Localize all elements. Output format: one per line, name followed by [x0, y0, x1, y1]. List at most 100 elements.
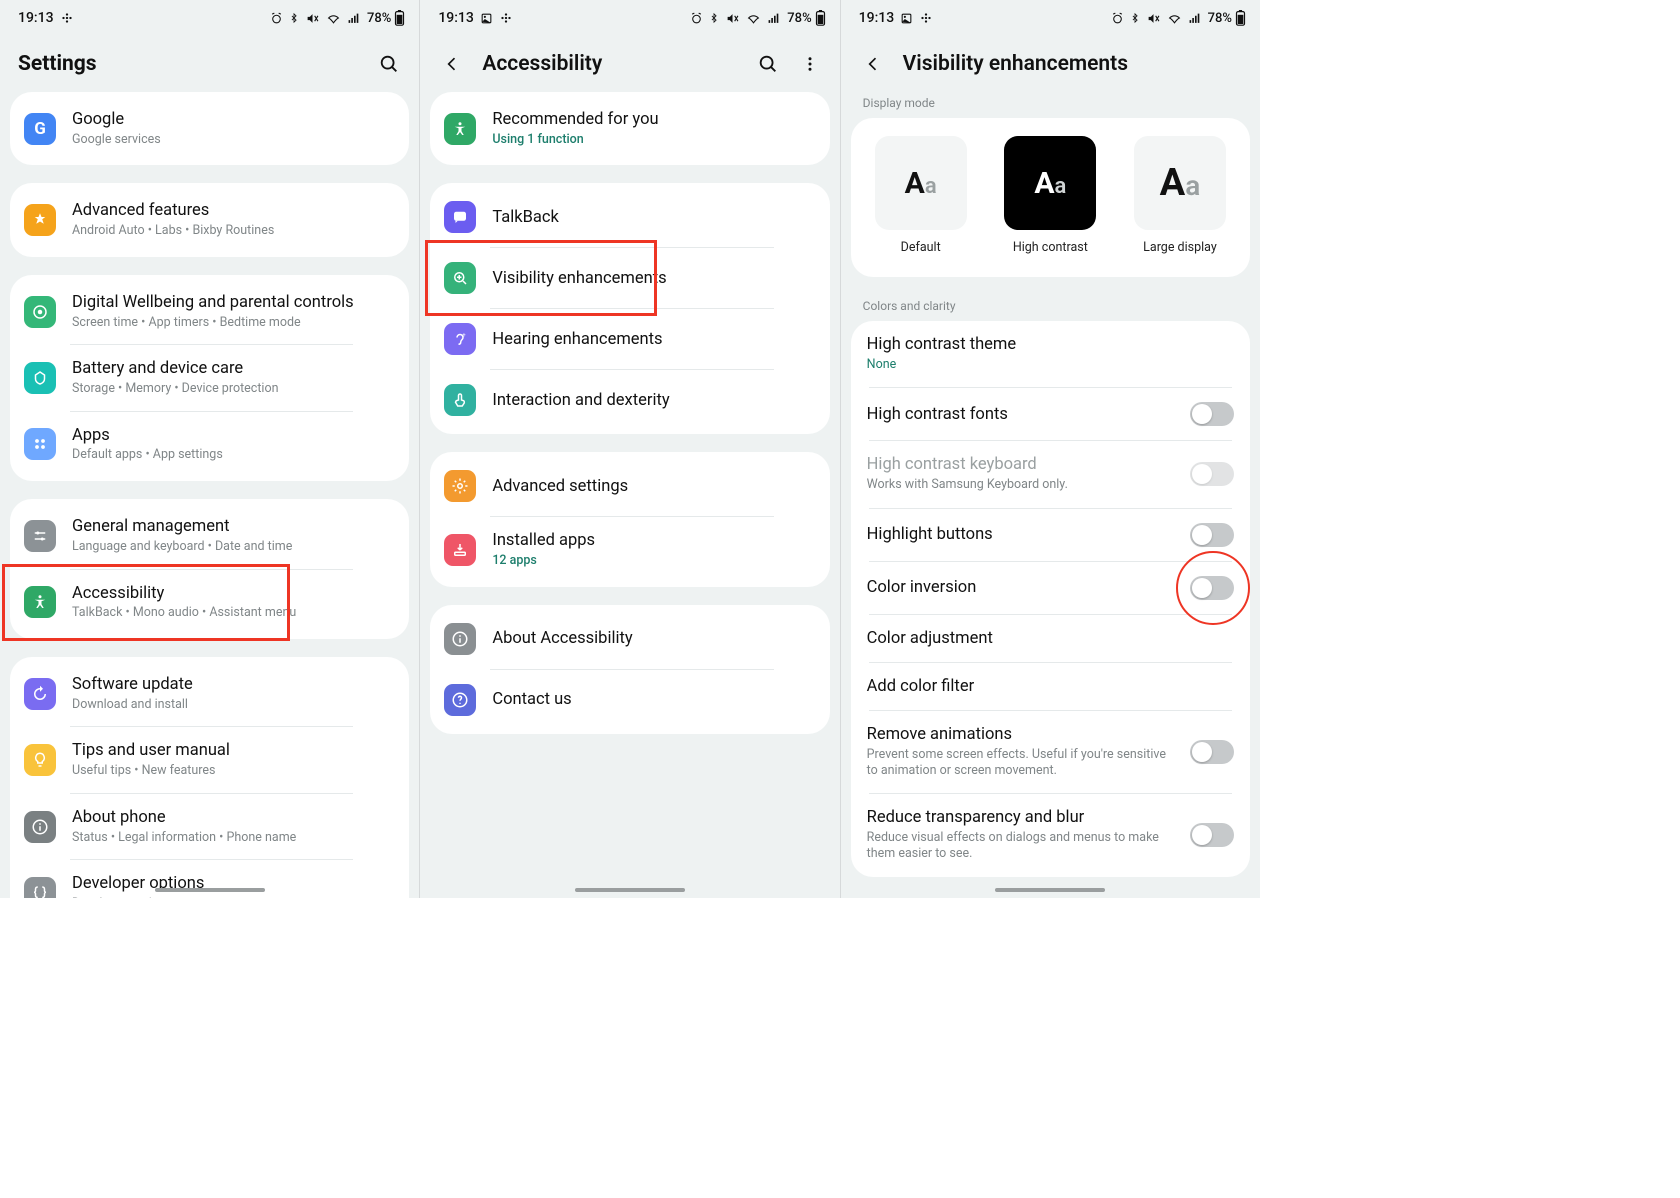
grid-icon	[24, 428, 56, 460]
item-subtitle: Status • Legal information • Phone name	[72, 830, 395, 846]
setting-row[interactable]: High contrast theme None	[851, 321, 1250, 387]
toggle[interactable]	[1190, 402, 1234, 426]
list-item[interactable]: About phoneStatus • Legal information • …	[10, 794, 409, 859]
a11y-icon	[24, 586, 56, 618]
item-subtitle: Developer options	[72, 896, 395, 898]
screen-settings: 19:13 78% Settings GGoogleGoogle service…	[0, 0, 419, 898]
setting-title: Highlight buttons	[867, 525, 1178, 544]
setting-title: High contrast keyboard	[867, 455, 1178, 474]
back-icon[interactable]	[438, 50, 466, 78]
wellbeing-icon	[24, 296, 56, 328]
setting-title: High contrast theme	[867, 335, 1234, 354]
item-title: Installed apps	[492, 531, 815, 551]
list-item[interactable]: Tips and user manualUseful tips • New fe…	[10, 727, 409, 792]
list-item[interactable]: Advanced featuresAndroid Auto • Labs • B…	[10, 187, 409, 252]
item-subtitle: Android Auto • Labs • Bixby Routines	[72, 223, 395, 239]
battery-pct: 78%	[787, 11, 811, 26]
statusbar: 19:13 78%	[841, 0, 1260, 32]
list-item[interactable]: Recommended for youUsing 1 function	[430, 96, 829, 161]
display-mode-option[interactable]: AaDefault	[875, 136, 967, 255]
list-item[interactable]: About Accessibility	[430, 609, 829, 669]
setting-title: Reduce transparency and blur	[867, 808, 1178, 827]
display-mode-label: High contrast	[1013, 240, 1088, 255]
question-icon	[444, 684, 476, 716]
status-icons: 78%	[1111, 10, 1246, 26]
setting-subtitle: Reduce visual effects on dialogs and men…	[867, 830, 1178, 863]
more-icon[interactable]	[796, 50, 824, 78]
item-title: Advanced settings	[492, 477, 815, 497]
setting-row[interactable]: Remove animationsPrevent some screen eff…	[851, 711, 1250, 794]
item-title: Google	[72, 110, 395, 130]
setting-subtitle: None	[867, 357, 1234, 373]
item-title: Accessibility	[72, 584, 395, 604]
setting-row[interactable]: Reduce transparency and blur Reduce visua…	[851, 794, 1250, 877]
item-title: TalkBack	[492, 208, 815, 228]
item-title: Tips and user manual	[72, 741, 395, 761]
item-title: Interaction and dexterity	[492, 391, 815, 411]
list-item[interactable]: Interaction and dexterity	[430, 370, 829, 430]
list-item[interactable]: General management Language and keyboard …	[10, 503, 409, 568]
display-mode-option[interactable]: AaHigh contrast	[1004, 136, 1096, 255]
item-title: Apps	[72, 426, 395, 446]
list-item[interactable]: Contact us	[430, 670, 829, 730]
setting-row[interactable]: Add color filter	[851, 663, 1250, 710]
statusbar: 19:13 78%	[0, 0, 419, 32]
setting-row[interactable]: Color adjustment	[851, 615, 1250, 662]
back-icon[interactable]	[859, 50, 887, 78]
setting-title: Color inversion	[867, 578, 1178, 597]
list-item[interactable]: GGoogleGoogle services	[10, 96, 409, 161]
status-icons: 78%	[690, 10, 825, 26]
item-title: General management	[72, 517, 395, 537]
zoom-icon	[444, 262, 476, 294]
setting-subtitle: Works with Samsung Keyboard only.	[867, 477, 1178, 493]
setting-title: High contrast fonts	[867, 405, 1178, 424]
item-title: Digital Wellbeing and parental controls	[72, 293, 395, 313]
list-item[interactable]: AppsDefault apps • App settings	[10, 412, 409, 477]
display-mode-label: Large display	[1143, 240, 1217, 255]
list-item[interactable]: Installed apps12 apps	[430, 517, 829, 582]
setting-row[interactable]: Color inversion	[851, 562, 1250, 614]
a11y-icon	[444, 113, 476, 145]
setting-subtitle: Prevent some screen effects. Useful if y…	[867, 747, 1178, 780]
home-indicator[interactable]	[995, 888, 1105, 892]
list-item[interactable]: Digital Wellbeing and parental controls S…	[10, 279, 409, 344]
list-item[interactable]: TalkBack	[430, 187, 829, 247]
statusbar: 19:13 78%	[420, 0, 839, 32]
toggle[interactable]	[1190, 576, 1234, 600]
setting-row[interactable]: Highlight buttons	[851, 509, 1250, 561]
item-subtitle: Language and keyboard • Date and time	[72, 539, 395, 555]
page-title: Visibility enhancements	[903, 52, 1244, 76]
clock: 19:13	[438, 10, 474, 26]
display-mode-option[interactable]: AaLarge display	[1134, 136, 1226, 255]
item-title: About Accessibility	[492, 629, 815, 649]
setting-title: Color adjustment	[867, 629, 1234, 648]
status-icons: 78%	[270, 10, 405, 26]
toggle[interactable]	[1190, 823, 1234, 847]
care-icon	[24, 362, 56, 394]
list-item[interactable]: +Hearing enhancements	[430, 309, 829, 369]
list-item[interactable]: Visibility enhancements	[430, 248, 829, 308]
update-icon	[24, 678, 56, 710]
item-title: Battery and device care	[72, 359, 395, 379]
item-subtitle: Screen time • App timers • Bedtime mode	[72, 315, 395, 331]
battery-pct: 78%	[1208, 11, 1232, 26]
search-icon[interactable]	[754, 50, 782, 78]
list-item[interactable]: Developer optionsDeveloper options	[10, 860, 409, 898]
toggle	[1190, 462, 1234, 486]
list-item[interactable]: Software updateDownload and install	[10, 661, 409, 726]
list-item[interactable]: Battery and device careStorage • Memory …	[10, 345, 409, 410]
toggle[interactable]	[1190, 740, 1234, 764]
toggle[interactable]	[1190, 523, 1234, 547]
item-subtitle: Default apps • App settings	[72, 447, 395, 463]
bulb-icon	[24, 744, 56, 776]
setting-row[interactable]: High contrast fonts	[851, 388, 1250, 440]
home-indicator[interactable]	[575, 888, 685, 892]
home-indicator[interactable]	[155, 888, 265, 892]
list-item[interactable]: AccessibilityTalkBack • Mono audio • Ass…	[10, 570, 409, 635]
item-title: Contact us	[492, 690, 815, 710]
setting-row[interactable]: High contrast keyboard Works with Samsung…	[851, 441, 1250, 507]
list-item[interactable]: Advanced settings	[430, 456, 829, 516]
chat-icon	[444, 201, 476, 233]
search-icon[interactable]	[375, 50, 403, 78]
ear-icon: +	[444, 323, 476, 355]
